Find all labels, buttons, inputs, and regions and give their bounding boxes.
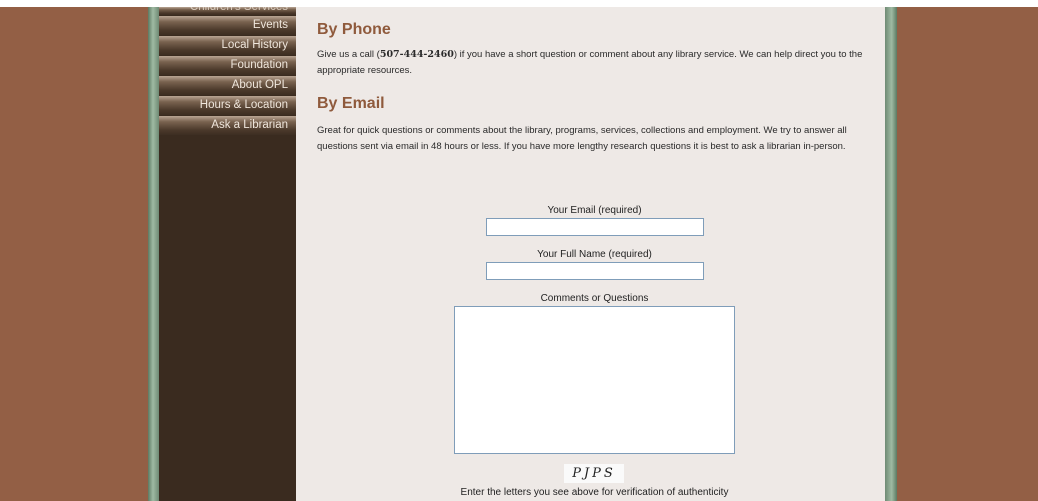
captcha-image: PJPS <box>564 464 624 483</box>
captcha-instructions: Enter the letters you see above for veri… <box>460 487 729 498</box>
sidebar-item-childrens-services[interactable]: Children's Services <box>159 7 296 15</box>
name-field-label: Your Full Name (required) <box>537 249 652 260</box>
sidebar-item-ask-a-librarian[interactable]: Ask a Librarian <box>159 116 296 135</box>
comments-textarea[interactable] <box>454 306 735 454</box>
by-phone-text: Give us a call (507-444-2460) if you hav… <box>317 47 877 79</box>
full-name-field[interactable] <box>486 262 704 280</box>
left-frame-border <box>148 7 159 501</box>
sidebar-item-hours-location[interactable]: Hours & Location <box>159 96 296 115</box>
phone-number: 507-444-2460 <box>379 49 454 60</box>
email-field-label: Your Email (required) <box>547 205 642 216</box>
comments-field-label: Comments or Questions <box>540 293 649 304</box>
sidebar-item-about-opl[interactable]: About OPL <box>159 76 296 95</box>
main-content: By Phone Give us a call (507-444-2460) i… <box>296 7 885 501</box>
by-phone-heading: By Phone <box>317 21 391 38</box>
sidebar-item-events[interactable]: Events <box>159 16 296 35</box>
top-strip <box>0 0 1038 7</box>
sidebar-item-local-history[interactable]: Local History <box>159 36 296 55</box>
by-email-text: Great for quick questions or comments ab… <box>317 125 847 152</box>
sidebar-item-foundation[interactable]: Foundation <box>159 56 296 75</box>
sidebar-nav: Children's Services Events Local History… <box>159 7 296 501</box>
phone-text-before: Give us a call ( <box>317 49 380 60</box>
email-field[interactable] <box>486 218 704 236</box>
by-email-heading: By Email <box>317 95 385 112</box>
